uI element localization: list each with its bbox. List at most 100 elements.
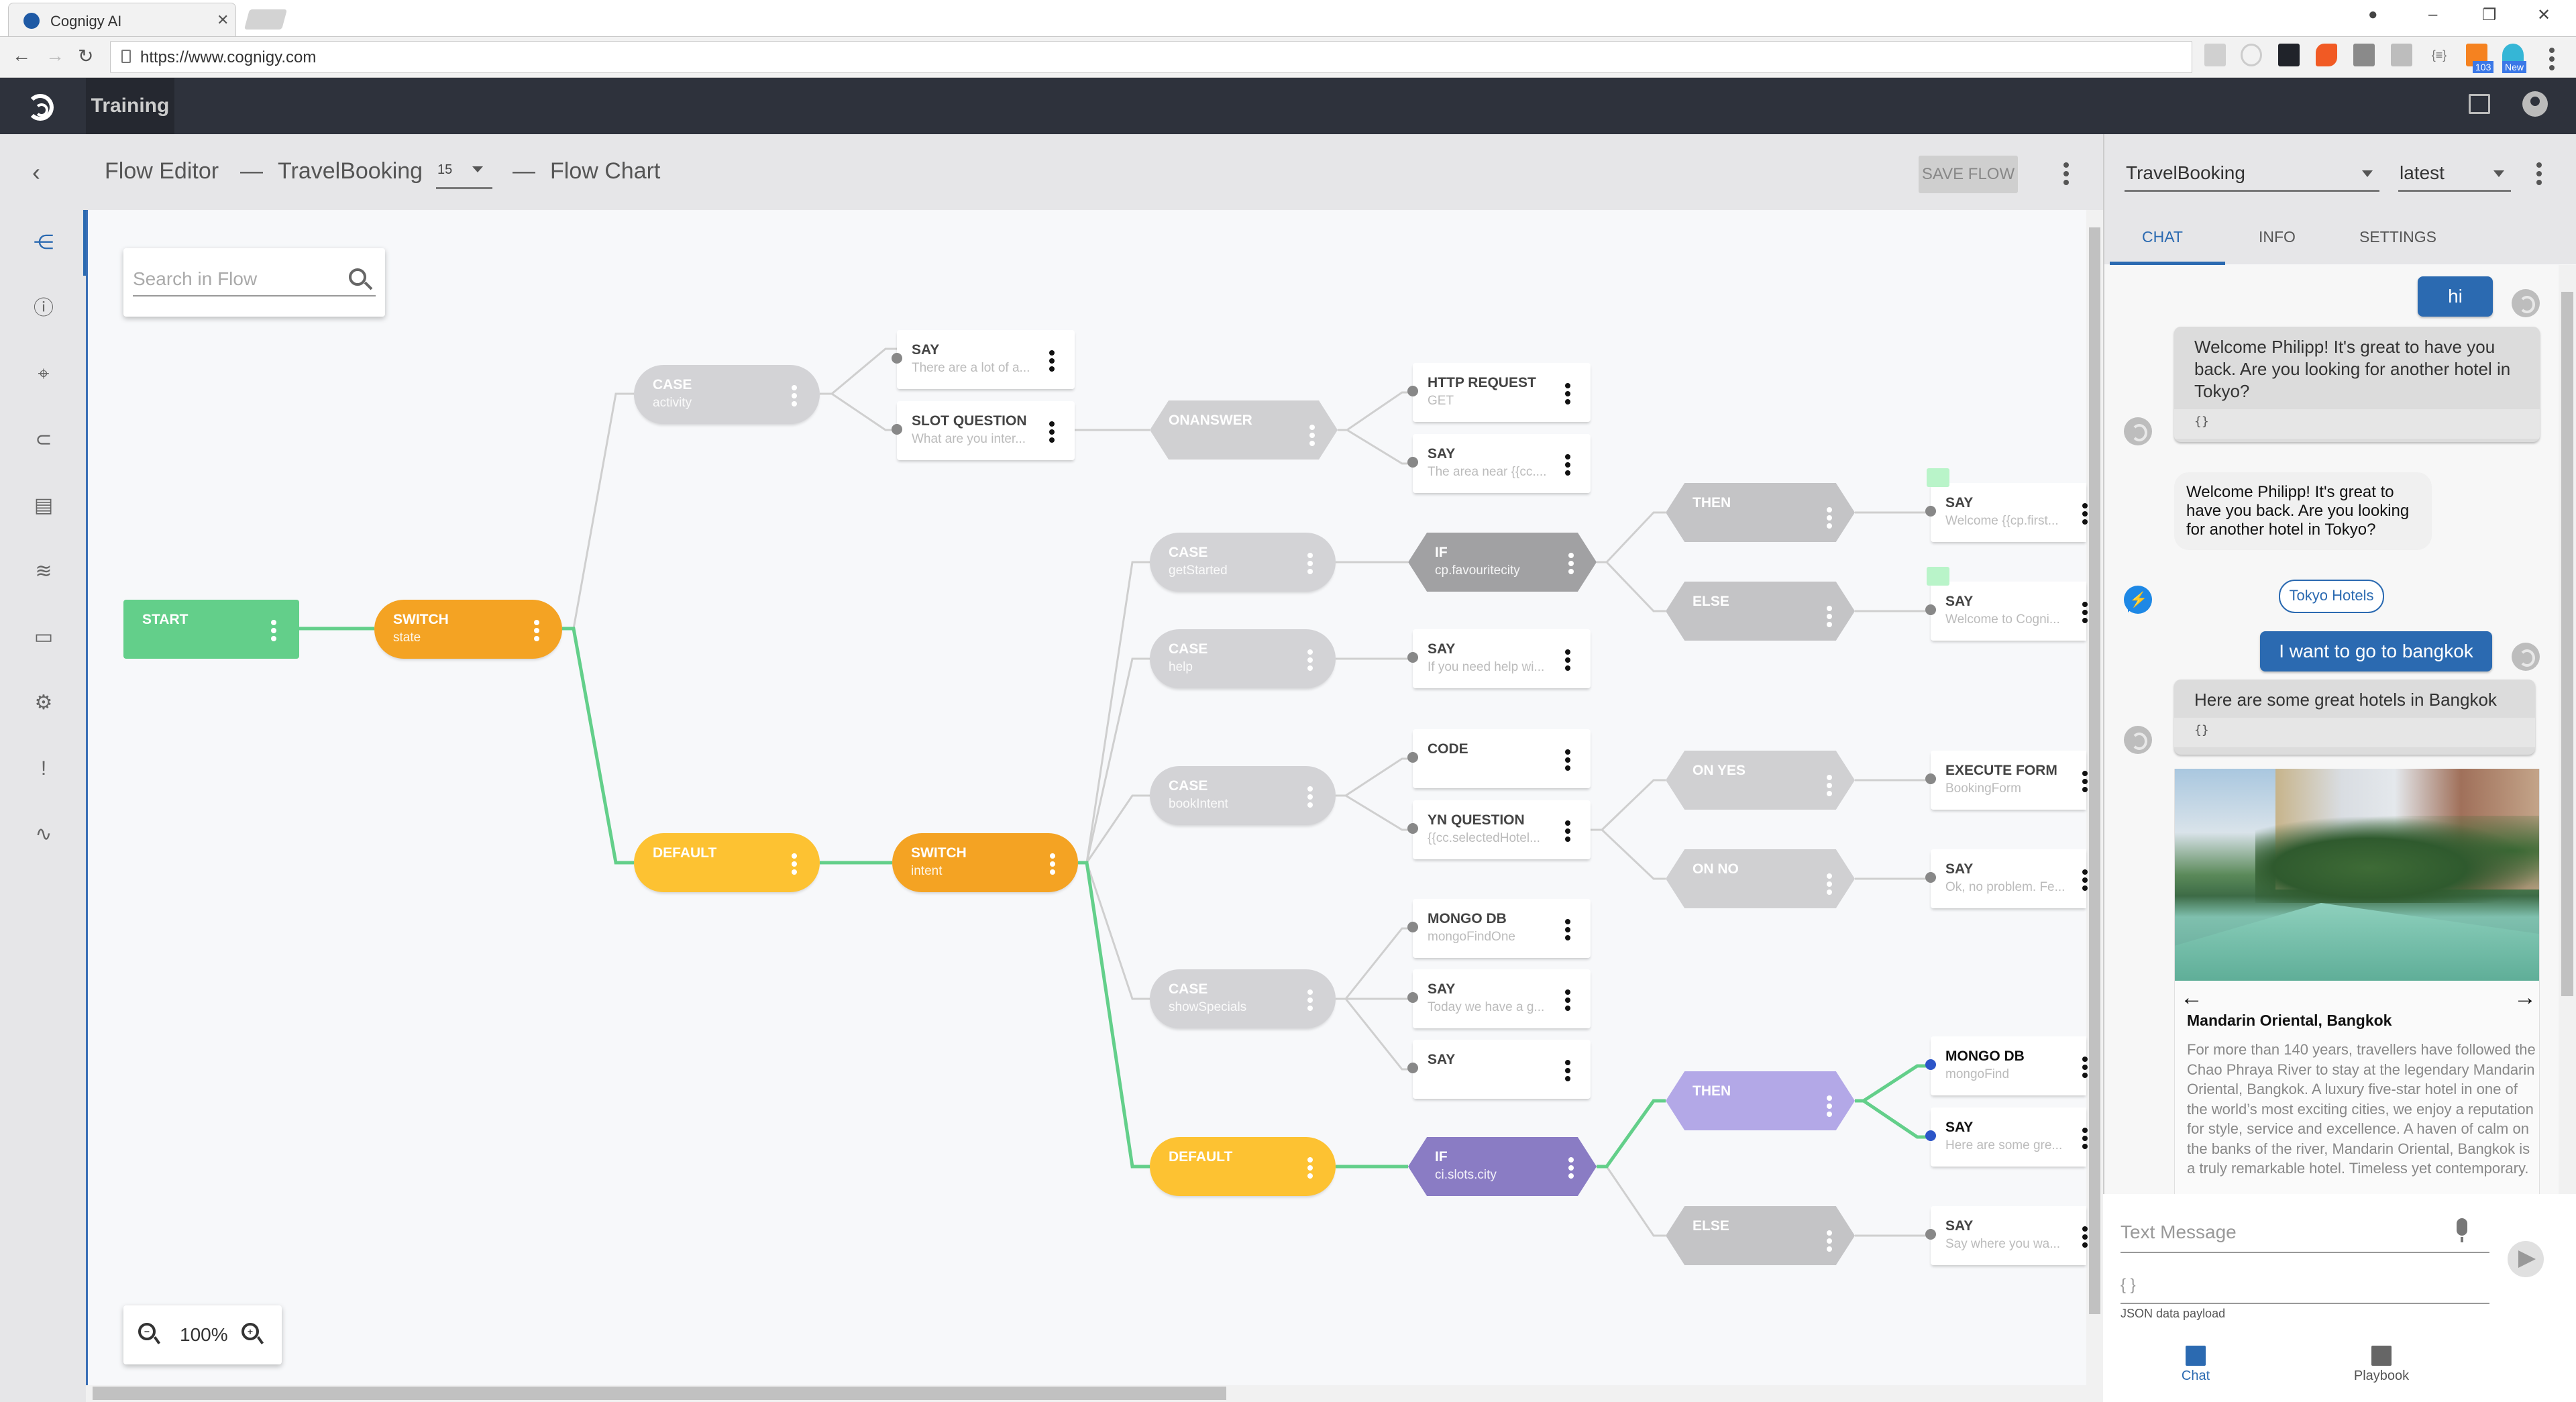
node-say-hotels[interactable]: SAY Here are some gre... [1925,1108,2088,1167]
node-case-getstarted[interactable]: CASE getStarted [1150,533,1336,592]
node-yn-question[interactable]: YN QUESTION {{cc.selectedHotel... [1407,800,1591,859]
node-onanswer[interactable]: ONANSWER [1150,400,1338,460]
sidebar-item-flow[interactable]: ⋲ [0,210,86,276]
search-icon[interactable] [349,268,366,286]
g-extension-icon[interactable] [2391,44,2412,66]
bot-message-json[interactable]: {} [2174,718,2535,747]
sidebar-item-attachments[interactable]: ⊂ [0,407,86,473]
node-menu-icon[interactable] [1307,786,1313,810]
flow-select[interactable]: TravelBooking [2125,154,2379,192]
node-menu-icon[interactable] [1049,350,1055,374]
node-menu-icon[interactable] [1307,989,1313,1014]
node-case-bookintent[interactable]: CASE bookIntent [1150,766,1336,825]
carousel-prev-icon[interactable]: ← [2180,985,2203,1011]
node-menu-icon[interactable] [1568,553,1574,577]
node-on-yes[interactable]: ON YES [1666,751,1855,810]
node-menu-icon[interactable] [1827,1230,1832,1254]
node-menu-icon[interactable] [1309,425,1315,449]
node-menu-icon[interactable] [2082,771,2088,795]
node-menu-icon[interactable] [1307,553,1313,577]
json-payload-input[interactable] [2121,1268,2489,1304]
bot-message-json[interactable]: {} [2174,409,2540,439]
sidebar-item-layers[interactable]: ≋ [0,539,86,604]
node-menu-icon[interactable] [1565,919,1570,943]
node-say-activity[interactable]: SAY There are a lot of a... [892,330,1075,389]
carousel-next-icon[interactable]: → [2514,985,2536,1011]
browser-tab[interactable]: Cognigy AI ✕ [8,3,236,38]
node-then-city[interactable]: THEN [1666,1071,1855,1130]
version-select[interactable]: latest [2398,154,2511,192]
pdf-extension-icon[interactable] [2204,44,2226,66]
node-then-favcity[interactable]: THEN [1666,483,1855,542]
address-bar[interactable]: https://www.cognigy.com [110,41,2192,73]
shield-extension-icon[interactable] [2353,44,2375,66]
node-mongo-find[interactable]: MONGO DB mongoFind [1925,1036,2088,1095]
bottom-tab-chat[interactable]: Chat [2142,1346,2249,1384]
node-if-city[interactable]: IF ci.slots.city [1408,1137,1597,1196]
node-say-help[interactable]: SAY If you need help wi... [1407,629,1591,688]
node-say-today[interactable]: SAY Today we have a g... [1407,969,1591,1028]
node-code[interactable]: CODE [1407,729,1591,788]
node-http-request[interactable]: HTTP REQUEST GET [1407,363,1591,422]
node-say-where[interactable]: SAY Say where you wa... [1925,1206,2088,1265]
minimize-icon[interactable]: – [2428,5,2437,24]
microphone-icon[interactable] [2457,1218,2467,1242]
node-say-welcome-cogni[interactable]: SAY Welcome to Cogni... [1925,567,2088,641]
nav-training[interactable]: Training [86,78,174,134]
node-menu-icon[interactable] [1050,853,1055,877]
tab-info[interactable]: INFO [2259,228,2296,246]
reload-icon[interactable]: ↻ [78,45,93,67]
node-slot-question[interactable]: SLOT QUESTION What are you inter... [892,401,1075,460]
node-else-favcity[interactable]: ELSE [1666,582,1855,641]
node-menu-icon[interactable] [1565,820,1570,845]
canvas-horizontal-scrollbar[interactable] [86,1385,2103,1402]
node-mongo-findone[interactable]: MONGO DB mongoFindOne [1407,899,1591,958]
node-menu-icon[interactable] [1565,649,1570,673]
node-switch-intent[interactable]: SWITCH intent [892,833,1078,892]
profile-icon[interactable]: ● [2368,5,2378,24]
browser-menu-icon[interactable] [2549,48,2555,74]
node-case-help[interactable]: CASE help [1150,629,1336,688]
back-chevron-icon[interactable]: ‹ [32,158,40,186]
node-menu-icon[interactable] [792,853,797,877]
node-menu-icon[interactable] [1307,649,1313,673]
node-say-welcome-first[interactable]: SAY Welcome {{cp.first... [1925,468,2088,542]
node-default-intent[interactable]: DEFAULT [1150,1137,1336,1196]
node-on-no[interactable]: ON NO [1666,849,1855,908]
breakpoint-flag[interactable] [1927,567,1949,586]
node-menu-icon[interactable] [1049,421,1055,445]
chat-toggle-icon[interactable] [2469,94,2490,114]
node-menu-icon[interactable] [1565,749,1570,773]
react-devtools-icon[interactable] [2278,44,2300,66]
restore-icon[interactable]: ❐ [2482,5,2497,25]
canvas-vertical-scrollbar[interactable] [2086,210,2103,1385]
user-account-icon[interactable] [2522,91,2548,117]
node-menu-icon[interactable] [1827,606,1832,630]
node-start[interactable]: START [123,600,299,659]
search-input[interactable] [133,263,376,296]
node-menu-icon[interactable] [1568,1157,1574,1181]
chat-scrollbar[interactable] [2559,265,2576,1325]
node-say-area[interactable]: SAY The area near {{cc.... [1407,434,1591,493]
node-menu-icon[interactable] [2082,1057,2088,1081]
node-switch-state[interactable]: SWITCH state [374,600,562,659]
new-tab-button[interactable] [244,9,288,30]
node-case-activity[interactable]: CASE activity [634,365,820,424]
sidebar-item-intents[interactable]: ⌖ [0,341,86,407]
version-select[interactable]: 15 [436,160,492,189]
scrollbar-thumb[interactable] [2561,292,2573,996]
send-button[interactable] [2508,1241,2544,1277]
breakpoint-flag[interactable] [1927,468,1949,487]
forward-arrow-icon[interactable]: → [46,45,64,66]
node-menu-icon[interactable] [2082,602,2088,626]
zoom-out-icon[interactable]: − [138,1323,156,1340]
node-execute-form[interactable]: EXECUTE FORM BookingForm [1925,751,2088,810]
tab-chat[interactable]: CHAT [2142,228,2183,246]
node-default-state[interactable]: DEFAULT [634,833,820,892]
node-menu-icon[interactable] [2082,503,2088,527]
flow-menu-icon[interactable] [2063,162,2069,188]
node-menu-icon[interactable] [1827,775,1832,799]
tab-settings[interactable]: SETTINGS [2359,228,2436,246]
node-menu-icon[interactable] [534,620,539,644]
node-menu-icon[interactable] [2082,1128,2088,1152]
